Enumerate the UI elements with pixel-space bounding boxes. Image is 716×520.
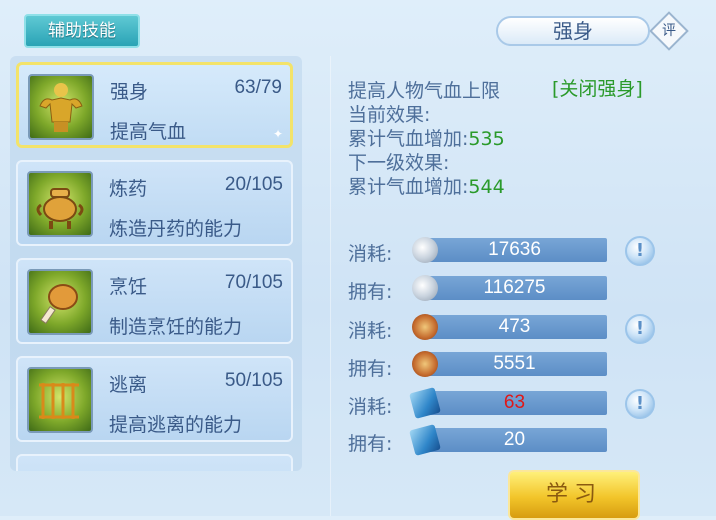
alchemy-pot-icon bbox=[27, 171, 93, 237]
resource-value: 116275 bbox=[422, 276, 607, 300]
resource-value: 63 bbox=[422, 391, 607, 415]
next-effect-line: 累计气血增加:544 bbox=[348, 172, 505, 199]
skill-item-taoli[interactable]: 逃离 50/105 提高逃离的能力 bbox=[16, 356, 293, 442]
current-stat-label: 累计气血增加: bbox=[348, 128, 469, 150]
skill-name: 逃离 bbox=[109, 374, 148, 396]
skill-name: 强身 bbox=[110, 81, 149, 103]
skill-level: 70/105 bbox=[224, 272, 283, 293]
resource-label: 消耗: bbox=[348, 243, 393, 265]
skill-desc: 提高气血 bbox=[110, 121, 187, 143]
skill-desc: 炼造丹药的能力 bbox=[109, 218, 243, 240]
skill-item-lianyao[interactable]: 炼药 20/105 炼造丹药的能力 bbox=[16, 160, 293, 246]
next-stat-label: 累计气血增加: bbox=[348, 176, 469, 198]
resource-value: 20 bbox=[422, 428, 607, 452]
resource-value: 473 bbox=[422, 315, 607, 339]
contribution-icon bbox=[412, 314, 438, 340]
rate-label: 评 bbox=[662, 23, 676, 39]
skill-title-banner: 强身 bbox=[496, 16, 650, 46]
cage-icon bbox=[27, 367, 93, 433]
hint-button[interactable]: ! bbox=[625, 236, 655, 266]
current-effect-label: 当前效果: bbox=[348, 104, 431, 126]
hint-button[interactable]: ! bbox=[625, 389, 655, 419]
strongman-icon bbox=[28, 74, 94, 140]
skill-desc: 制造烹饪的能力 bbox=[109, 316, 243, 338]
resource-label: 拥有: bbox=[348, 358, 393, 380]
skill-name: 炼药 bbox=[109, 178, 148, 200]
skill-desc: 提高逃离的能力 bbox=[109, 414, 243, 436]
skill-item-partial[interactable] bbox=[16, 454, 293, 471]
skill-level: 20/105 bbox=[224, 174, 283, 195]
hint-button[interactable]: ! bbox=[625, 314, 655, 344]
close-skill-link[interactable]: [关闭强身] bbox=[552, 74, 643, 101]
current-stat-value: 535 bbox=[468, 128, 505, 150]
panel-divider bbox=[330, 56, 331, 516]
resource-label: 消耗: bbox=[348, 320, 393, 342]
skill-level: 50/105 bbox=[224, 370, 283, 391]
current-effect-line: 累计气血增加:535 bbox=[348, 124, 505, 151]
sparkle-icon: ✦ bbox=[273, 127, 284, 141]
effect-desc: 提高人物气血上限 bbox=[348, 80, 501, 102]
silver-coin-icon bbox=[412, 237, 438, 263]
auxiliary-skills-tab[interactable]: 辅助技能 bbox=[24, 14, 140, 48]
skill-level: 63/79 bbox=[234, 77, 282, 98]
resource-label: 消耗: bbox=[348, 396, 393, 418]
learn-button[interactable]: 学习 bbox=[508, 470, 640, 520]
resource-label: 拥有: bbox=[348, 281, 393, 303]
skill-item-qiangshen[interactable]: 强身 63/79 提高气血 ✦ bbox=[16, 62, 293, 148]
resource-value: 5551 bbox=[422, 352, 607, 376]
resource-label: 拥有: bbox=[348, 433, 393, 455]
next-stat-value: 544 bbox=[468, 176, 505, 198]
resource-value: 17636 bbox=[422, 238, 607, 262]
contribution-icon bbox=[412, 351, 438, 377]
skill-item-pengren[interactable]: 烹饪 70/105 制造烹饪的能力 bbox=[16, 258, 293, 344]
skill-name: 烹饪 bbox=[109, 276, 148, 298]
skill-list[interactable]: 强身 63/79 提高气血 ✦ 炼药 20/105 炼造丹药的能力 烹饪 70/… bbox=[10, 56, 302, 471]
drumstick-icon bbox=[27, 269, 93, 335]
next-effect-label: 下一级效果: bbox=[348, 152, 450, 174]
silver-coin-icon bbox=[412, 275, 438, 301]
